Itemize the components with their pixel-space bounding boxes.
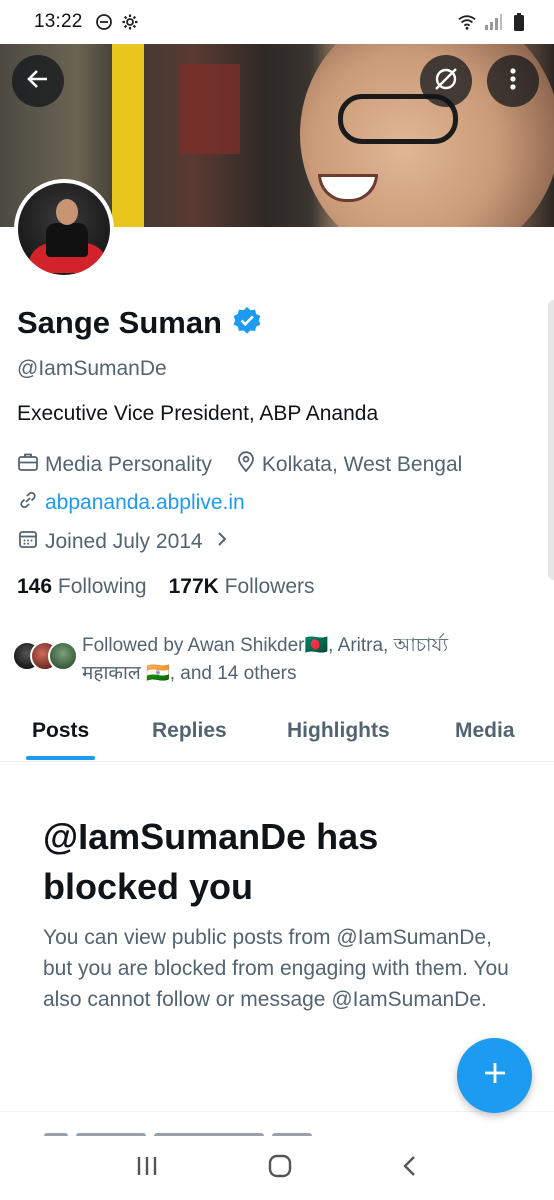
blocked-notice: @IamSumanDe has blocked you You can view… xyxy=(43,812,523,1015)
profile-avatar[interactable] xyxy=(14,179,114,279)
link-icon xyxy=(17,489,39,517)
tab-posts[interactable]: Posts xyxy=(26,706,96,762)
content-peek xyxy=(44,1126,344,1136)
calendar-icon xyxy=(17,528,39,556)
system-back-button[interactable] xyxy=(400,1154,420,1183)
profile-bio: Executive Vice President, ABP Ananda xyxy=(17,402,379,425)
profile-website-link[interactable]: abpananda.abplive.in xyxy=(45,491,245,515)
following-count: 146 xyxy=(17,575,53,598)
settings-gear-icon xyxy=(121,13,139,31)
follower-avatar xyxy=(48,641,78,671)
followed-by-line1: Followed by Awan Shikder🇧🇩, Aritra, আচার… xyxy=(82,635,448,656)
verified-badge-icon xyxy=(232,306,262,341)
profile-joined-row[interactable]: Joined July 2014 xyxy=(17,528,229,556)
following-label: Following xyxy=(57,575,147,598)
tab-label: Replies xyxy=(152,719,227,742)
back-button[interactable] xyxy=(12,55,64,107)
followers-label: Followers xyxy=(224,575,315,598)
profile-website-row[interactable]: abpananda.abplive.in xyxy=(17,489,245,517)
tab-highlights[interactable]: Highlights xyxy=(287,706,390,762)
followers-count: 177K xyxy=(168,575,219,598)
profile-tabs: Posts Replies Highlights Media xyxy=(0,706,554,762)
tab-label: Highlights xyxy=(287,719,390,742)
compose-post-button[interactable] xyxy=(457,1038,532,1113)
profile-name: Sange Suman xyxy=(17,305,222,340)
briefcase-icon xyxy=(17,451,39,479)
back-arrow-icon xyxy=(25,66,51,97)
location-pin-icon xyxy=(236,451,256,479)
profile-handle: @IamSumanDe xyxy=(17,357,167,380)
profile-info: Sange Suman @IamSumanDe Executive Vice P… xyxy=(17,300,547,598)
divider xyxy=(0,1111,554,1112)
active-tab-indicator xyxy=(26,756,96,760)
plus-icon xyxy=(482,1060,508,1091)
chevron-right-icon xyxy=(215,530,229,554)
followed-by-line2: महाकाल 🇮🇳, and 14 others xyxy=(82,663,297,684)
tab-label: Posts xyxy=(32,719,90,742)
more-options-button[interactable] xyxy=(487,55,539,107)
tab-replies[interactable]: Replies xyxy=(152,706,227,762)
system-navigation-bar xyxy=(0,1136,554,1200)
followed-by-section[interactable]: Followed by Awan Shikder🇧🇩, Aritra, আচার… xyxy=(12,632,532,688)
battery-icon xyxy=(510,13,528,31)
more-vertical-icon xyxy=(509,67,517,96)
follow-counts: 146 Following 177K Followers xyxy=(17,575,315,599)
blocked-title: @IamSumanDe has blocked you xyxy=(43,816,379,907)
wifi-icon xyxy=(458,13,476,31)
profile-category: Media Personality xyxy=(45,453,212,476)
followers-link[interactable]: 177K Followers xyxy=(169,575,315,599)
grok-icon xyxy=(432,65,460,98)
following-link[interactable]: 146 Following xyxy=(17,575,147,599)
home-button[interactable] xyxy=(267,1153,293,1184)
status-bar: 13:22 xyxy=(0,0,554,44)
recent-apps-button[interactable] xyxy=(134,1154,160,1183)
profile-location: Kolkata, West Bengal xyxy=(261,453,463,476)
tab-label: Media xyxy=(455,719,515,742)
status-time: 13:22 xyxy=(34,11,83,32)
profile-meta-row: Media Personality Kolkata, West Bengal xyxy=(17,451,462,479)
edge-panel-handle[interactable] xyxy=(548,300,554,580)
signal-icon xyxy=(484,13,502,31)
profile-joined-date: Joined July 2014 xyxy=(45,530,203,553)
tab-media[interactable]: Media xyxy=(455,706,515,762)
do-not-disturb-icon xyxy=(95,13,113,31)
grok-button[interactable] xyxy=(420,55,472,107)
blocked-body: You can view public posts from @IamSuman… xyxy=(43,926,509,1011)
